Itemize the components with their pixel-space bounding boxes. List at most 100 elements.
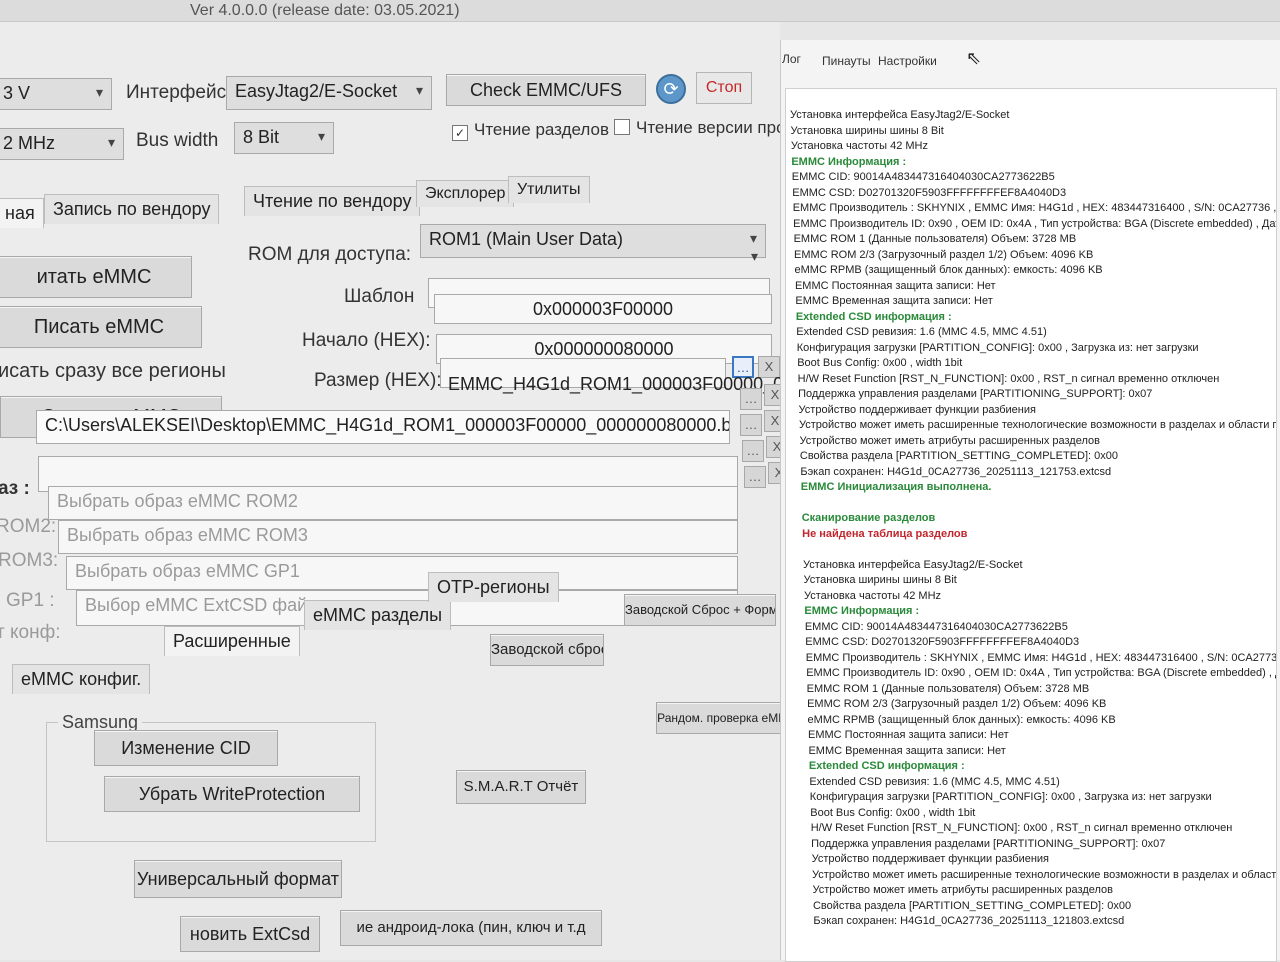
log-line: Устройство поддерживает функции разбиени… [811,853,1050,865]
image-row-label-rom3: ROM3: [0,550,59,571]
image-row-field-rom3[interactable]: Выбрать образ eMMC ROM3 [58,520,738,554]
read-emmc-button[interactable]: итать eMMC [0,256,192,298]
chevron-down-icon: ▾ [95,84,103,100]
log-line: Установка ширины шины 8 Bit [790,124,944,137]
log-line: EMMC CSD: D02701320F5903FFFFFFFFEF8A4040… [805,636,1080,648]
frequency-value: 2 MHz [3,133,56,153]
browse-button-4[interactable]: … [742,440,764,462]
tab-advanced[interactable]: Расширенные [164,626,300,656]
tab-emmc-config[interactable]: eMMC конфиг. [12,664,151,694]
log-line: Поддержка управления разделами [PARTITIO… [798,388,1153,400]
log-line: Свойства раздела [PARTITION_SETTING_COMP… [799,450,1119,462]
log-line: Extended CSD ревизия: 1.6 (MMC 4.5, MMC … [796,326,1047,338]
change-cid-button[interactable]: Изменение CID [94,730,278,766]
write-emmc-button[interactable]: Писать eMMC [0,306,202,348]
restore-extcsd-button[interactable]: новить ExtCsd [180,916,320,952]
log-line: Extended CSD ревизия: 1.6 (MMC 4.5, MMC … [809,775,1060,788]
log-line: Установка частоты 42 MHz [803,589,942,602]
log-line: Бэкап сохранен: H4G1d_0CA27736_20251113_… [800,465,1112,478]
log-line: EMMC CID: 90014A483447316404030CA2773622… [791,171,1055,183]
frequency-select[interactable]: 2 MHz ▾ [0,128,124,160]
universal-format-button[interactable]: Универсальный формат [134,860,342,898]
factory-reset-button[interactable]: Заводской сброс [490,634,604,666]
tab-explorer[interactable]: Эксплорер [416,180,515,207]
start-hex-label: Начало (HEX): [302,330,431,351]
image-row-label-gp1: GP1 : [6,590,55,611]
log-line: Сканирование разделов [801,512,936,524]
log-line: Устройство поддерживает функции разбиени… [798,403,1036,416]
log-line: EMMC Производитель : SKHYNIX , EMMC Имя:… [792,202,1277,214]
image-row-field-rom2[interactable]: Выбрать образ eMMC ROM2 [48,486,738,520]
log-line: Устройство может иметь расширенные техно… [812,868,1277,881]
log-line: EMMC CSD: D02701320F5903FFFFFFFFEF8A4040… [792,186,1067,199]
log-line: Установка частоты 42 MHz [790,140,928,152]
tab-pinouts[interactable]: Пинауты [822,54,871,68]
chevron-down-icon: ▾ [750,248,758,262]
log-line: Устройство может иметь атрибуты расширен… [799,434,1100,447]
remove-android-lock-button[interactable]: ие андроид-лока (пин, ключ и т.д [340,910,602,946]
write-all-regions-label[interactable]: исать сразу все регионы [0,360,226,383]
checkbox-empty-icon [614,119,630,135]
size-hex-label: Размер (HEX): [314,370,442,391]
log-line: Устройство может иметь расширенные техно… [799,419,1276,431]
tab-utilities[interactable]: Утилиты [508,176,590,203]
bus-width-value: 8 Bit [243,127,280,147]
image-row-field-gp1[interactable]: Выбрать образ eMMC GP1 [66,556,738,590]
start-hex-field[interactable]: 0x000003F00000 [434,294,772,324]
log-line: Boot Bus Config: 0x00 , width 1bit [810,806,976,819]
refresh-icon[interactable]: ⟳ [656,74,686,104]
tab-vendor-read[interactable]: Чтение по вендору [244,186,421,216]
tab-main[interactable]: ная [0,198,44,228]
log-line: Установка интерфейса EasyJtag2/E-Socket [803,558,1023,571]
read-partitions-checkbox[interactable]: ✓ Чтение разделов [452,120,609,141]
tab-vendor-write[interactable]: Запись по вендору [44,194,220,224]
log-line: eMMC RPMB (защищенный блок данных): емко… [807,713,1116,726]
browse-button-2[interactable]: … [740,388,762,410]
log-line: Свойства раздела [PARTITION_SETTING_COMP… [812,899,1132,912]
log-line: EMMC Информация : [804,605,920,617]
log-line: EMMC Производитель ID: 0x90 , OEM ID: 0x… [793,217,1277,230]
log-line: EMMC ROM 1 (Данные пользователя) Объем: … [806,682,1090,695]
random-check-button[interactable]: Рандом. проверка eMMC [656,702,798,734]
log-line: EMMC Инициализация выполнена. [800,481,992,493]
log-line: EMMC CID: 90014A483447316404030CA2773622… [804,620,1068,633]
output-file-field[interactable]: EMMC_H4G1d_ROM1_000003F00000_00000008000… [444,372,922,400]
log-line: EMMC Информация : [791,155,907,168]
tab-settings[interactable]: Настройки [878,54,937,68]
smart-report-button[interactable]: S.M.A.R.T Отчёт [456,770,586,804]
browse-button-5[interactable]: … [744,466,766,488]
remove-write-protection-button[interactable]: Убрать WriteProtection [104,776,360,812]
log-line: EMMC Временная защита записи: Нет [808,744,1006,757]
interface-value: EasyJtag2/E-Socket [235,81,398,101]
check-emmc-button[interactable]: Check EMMC/UFS [446,74,646,106]
tab-emmc-partitions[interactable]: eMMC разделы [304,600,452,630]
rom-secondary-select[interactable]: ▾ [420,242,766,262]
window-title: Ver 4.0.0.0 (release date: 03.05.2021) [0,0,1280,22]
log-line: eMMC RPMB (защищенный блок данных): емко… [794,264,1103,276]
interface-select[interactable]: EasyJtag2/E-Socket ▾ [226,76,432,110]
log-line: EMMC Производитель : SKHYNIX , EMMC Имя:… [805,651,1277,664]
bus-width-select[interactable]: 8 Bit ▾ [234,122,334,154]
chevron-down-icon: ▾ [107,134,115,150]
tab-log[interactable]: Лог [782,52,801,66]
log-output[interactable]: Установка интерфейса EasyJtag2/E-Socket У… [785,88,1277,962]
stop-button[interactable]: Стоп [696,72,752,104]
template-label: Шаблон [344,286,415,307]
log-line: Установка интерфейса EasyJtag2/E-Socket [790,109,1010,121]
log-line: Boot Bus Config: 0x00 , width 1bit [797,357,963,369]
factory-reset-format-button[interactable]: Заводской Сброс + Формат [624,594,776,626]
log-line: EMMC Постоянная защита записи: Нет [808,729,1009,741]
image-row-label-rom1: аз : [0,478,30,499]
log-line: Поддержка управления разделами [PARTITIO… [811,837,1166,850]
voltage-value: 3 V [3,83,31,103]
bus-width-label: Bus width [136,130,219,151]
tab-otp-regions[interactable]: OTP-регионы [428,572,559,602]
log-line: Extended CSD информация : [808,760,965,772]
browse-button-3[interactable]: … [740,414,762,436]
log-line: H/W Reset Function [RST_N_FUNCTION]: 0x0… [810,822,1233,834]
image-path-field[interactable]: C:\Users\ALEKSEI\Desktop\EMMC_H4G1d_ROM1… [36,410,730,444]
voltage-select[interactable]: 3 V ▾ [0,78,112,110]
interface-label: Интерфейс [126,82,227,103]
log-line: Бэкап сохранен: H4G1d_0CA27736_20251113_… [813,915,1125,927]
log-line: Конфигурация загрузки [PARTITION_CONFIG]… [796,341,1199,354]
